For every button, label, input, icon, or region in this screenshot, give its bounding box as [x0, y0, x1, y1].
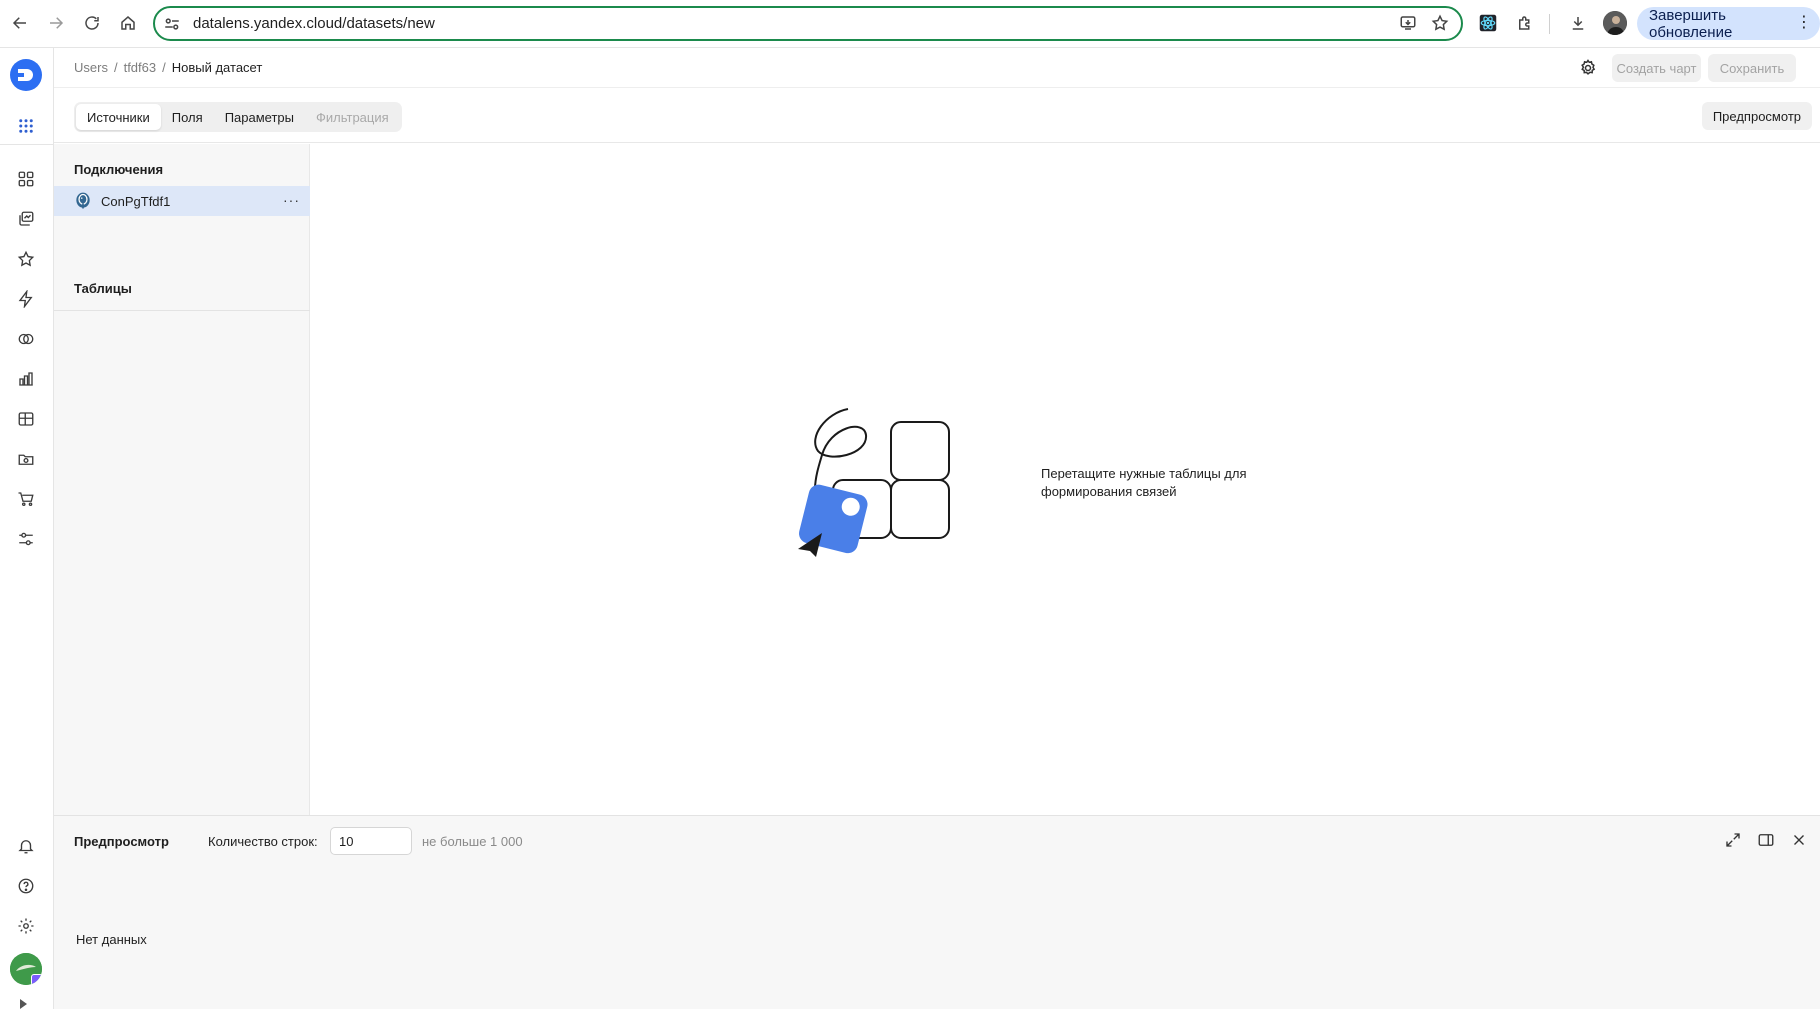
marketplace-cart-icon[interactable] — [15, 488, 37, 510]
breadcrumb-item-users[interactable]: Users — [74, 60, 108, 75]
tab-sources[interactable]: Источники — [76, 104, 161, 130]
tables-title: Таблицы — [74, 281, 132, 296]
no-data-text: Нет данных — [76, 932, 147, 947]
downloads-icon[interactable] — [1567, 12, 1589, 34]
tab-parameters[interactable]: Параметры — [214, 104, 305, 130]
panel-divider — [54, 310, 310, 311]
preview-panel: Предпросмотр Количество строк: не больше… — [54, 815, 1820, 1009]
connections-title: Подключения — [74, 162, 164, 177]
breadcrumb: Users / tfdf63 / Новый датасет — [74, 60, 262, 75]
favorites-star-icon[interactable] — [15, 248, 37, 270]
save-button[interactable]: Сохранить — [1708, 54, 1796, 82]
toolbar-divider — [1549, 14, 1550, 34]
notifications-bell-icon[interactable] — [15, 835, 37, 857]
aside-separator — [0, 144, 54, 145]
tab-fields[interactable]: Поля — [161, 104, 214, 130]
postgresql-icon — [76, 192, 90, 209]
browser-toolbar: datalens.yandex.cloud/datasets/new Завер… — [0, 0, 1820, 47]
address-bar[interactable]: datalens.yandex.cloud/datasets/new — [153, 6, 1463, 41]
breadcrumb-item-folder[interactable]: tfdf63 — [124, 60, 157, 75]
preview-title: Предпросмотр — [74, 834, 169, 849]
connections-bolt-icon[interactable] — [15, 288, 37, 310]
close-icon[interactable] — [1790, 831, 1808, 849]
install-app-icon[interactable] — [1399, 14, 1417, 32]
datasets-icon[interactable] — [15, 328, 37, 350]
create-chart-button[interactable]: Создать чарт — [1612, 54, 1701, 82]
aside-navigation — [0, 48, 54, 1009]
url-text[interactable]: datalens.yandex.cloud/datasets/new — [193, 15, 435, 32]
dataset-tabs-bar: Источники Поля Параметры Фильтрация Пред… — [54, 88, 1820, 143]
settings-sliders-icon[interactable] — [15, 528, 37, 550]
dashboards-icon[interactable] — [15, 408, 37, 430]
preview-button[interactable]: Предпросмотр — [1701, 102, 1812, 130]
dataset-settings-icon[interactable] — [1578, 58, 1598, 78]
all-services-icon[interactable] — [15, 115, 37, 137]
breadcrumb-current: Новый датасет — [171, 60, 263, 75]
finish-update-label: Завершить обновление — [1649, 6, 1733, 41]
reload-icon[interactable] — [73, 4, 111, 42]
fullscreen-icon[interactable] — [1724, 831, 1742, 849]
forward-icon[interactable] — [37, 4, 75, 42]
react-devtools-icon[interactable] — [1477, 12, 1499, 34]
avatar-badge — [31, 974, 42, 985]
workbooks-icon[interactable] — [15, 208, 37, 230]
profile-avatar[interactable] — [1603, 11, 1627, 35]
user-avatar[interactable] — [10, 953, 42, 985]
datalens-logo-icon[interactable] — [9, 58, 43, 92]
tab-filtering[interactable]: Фильтрация — [305, 104, 400, 130]
home-icon[interactable] — [109, 4, 147, 42]
back-icon[interactable] — [1, 4, 39, 42]
connection-item[interactable]: ConPgTfdf1 ··· — [54, 186, 310, 216]
rows-limit-hint: не больше 1 000 — [422, 834, 523, 849]
dock-right-icon[interactable] — [1757, 831, 1775, 849]
connection-name: ConPgTfdf1 — [101, 193, 171, 209]
breadcrumb-separator: / — [162, 60, 166, 75]
extensions-puzzle-icon[interactable] — [1514, 12, 1536, 34]
site-settings-icon[interactable] — [163, 15, 181, 33]
collections-icon[interactable] — [15, 168, 37, 190]
datalens-app: Users / tfdf63 / Новый датасет Создать ч… — [0, 47, 1820, 1009]
rows-count-label: Количество строк: — [208, 834, 318, 849]
more-actions-icon[interactable]: ··· — [283, 192, 300, 208]
page-header: Users / tfdf63 / Новый датасет Создать ч… — [54, 48, 1820, 88]
rows-count-input[interactable] — [330, 827, 412, 855]
bookmark-star-icon[interactable] — [1431, 14, 1449, 32]
charts-icon[interactable] — [15, 368, 37, 390]
browser-menu-icon[interactable]: ⋮ — [1796, 15, 1812, 31]
drag-tables-hint: Перетащите нужные таблицы для формирован… — [1041, 466, 1247, 499]
finish-update-button[interactable]: Завершить обновление ⋮ — [1637, 6, 1820, 41]
help-icon[interactable] — [15, 875, 37, 897]
settings-gear-icon[interactable] — [15, 915, 37, 937]
breadcrumb-separator: / — [113, 60, 118, 75]
sources-panel: Подключения ConPgTfdf1 ··· Таблицы — [54, 144, 310, 815]
dataset-tabs: Источники Поля Параметры Фильтрация — [74, 102, 402, 132]
reports-icon[interactable] — [15, 448, 37, 470]
relations-canvas[interactable]: Перетащите нужные таблицы для формирован… — [311, 144, 1820, 815]
drag-tables-illustration-icon — [798, 408, 950, 557]
